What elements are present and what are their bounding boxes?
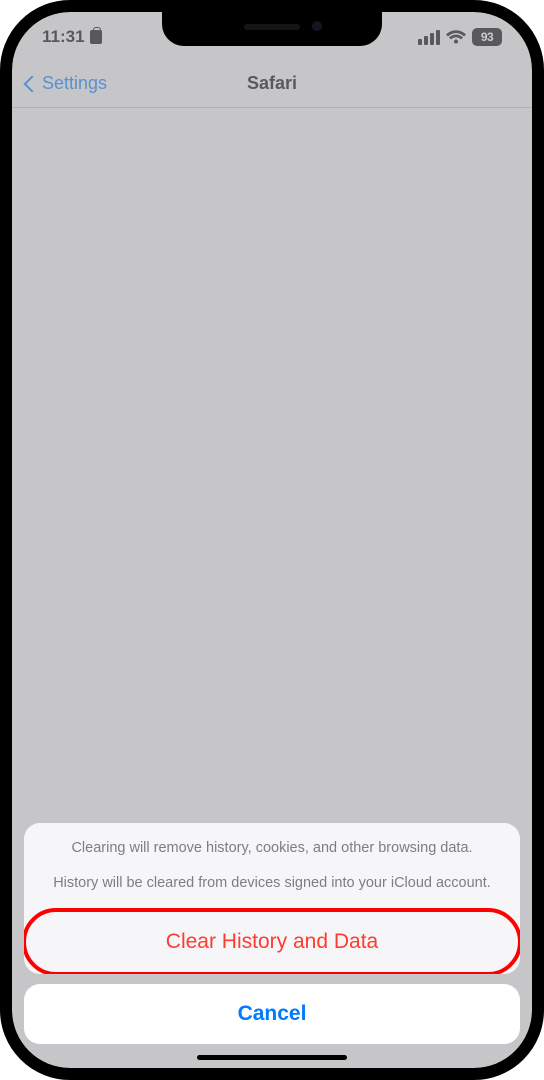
sheet-message-1: Clearing will remove history, cookies, a…: [24, 823, 520, 875]
cancel-button[interactable]: Cancel: [24, 984, 520, 1044]
highlighted-action: Clear History and Data: [24, 908, 520, 974]
clear-history-and-data-button[interactable]: Clear History and Data: [26, 912, 518, 972]
home-indicator[interactable]: [197, 1055, 347, 1060]
sheet-message-2: History will be cleared from devices sig…: [24, 874, 520, 910]
action-sheet: Clearing will remove history, cookies, a…: [24, 823, 520, 1044]
